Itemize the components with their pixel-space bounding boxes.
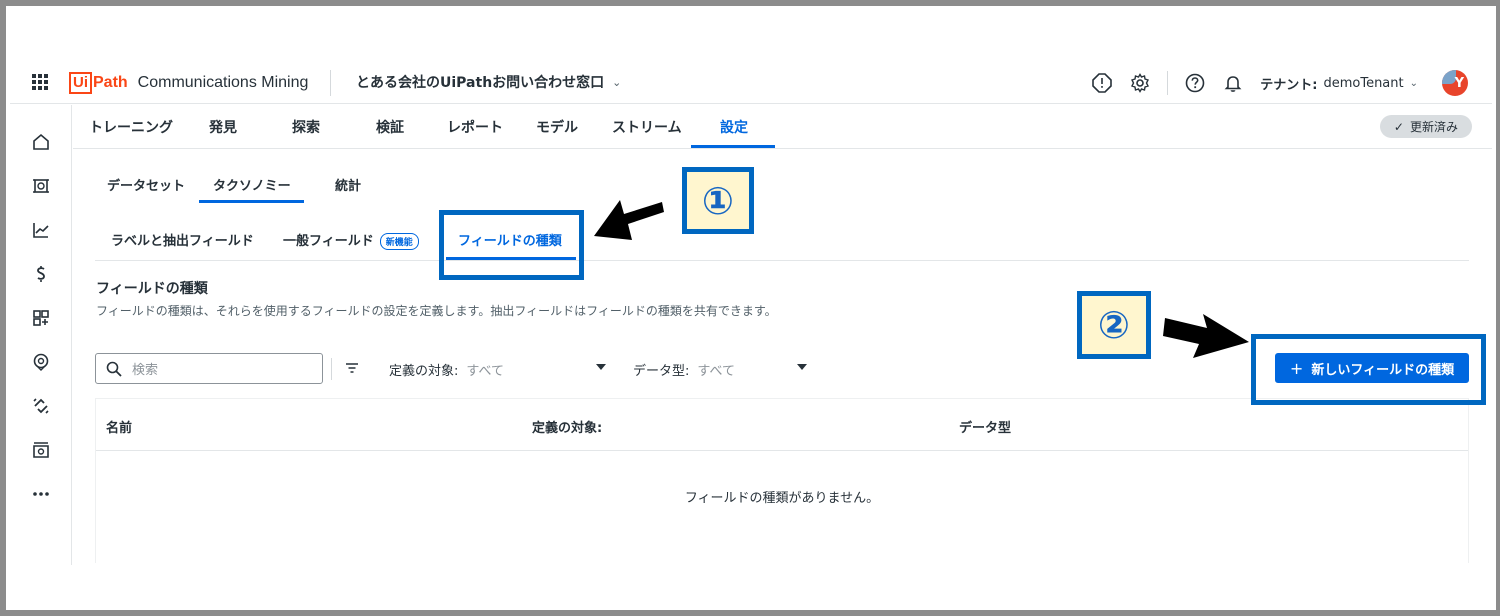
annotation-number-2: ②	[1077, 291, 1151, 359]
help-icon[interactable]	[1184, 72, 1206, 94]
check-icon: ✓	[1393, 119, 1404, 134]
refresh-label: 更新済み	[1409, 120, 1458, 134]
toolbar-separator	[331, 358, 332, 380]
filter-defined-for[interactable]: 定義の対象: すべて	[389, 360, 504, 379]
section-description: フィールドの種類は、それらを使用するフィールドの設定を定義します。抽出フィールド…	[96, 304, 777, 318]
column-defined-for[interactable]: 定義の対象:	[532, 417, 602, 436]
tenant-selector[interactable]: テナント: demoTenant ⌄	[1260, 74, 1418, 93]
logo-ui: Ui	[69, 72, 92, 94]
tab-explore[interactable]: 探索	[292, 117, 320, 137]
project-selector[interactable]: とある会社のUiPathお問い合わせ窓口 ⌄	[356, 72, 621, 92]
grid-icon[interactable]	[31, 73, 49, 91]
train-icon[interactable]	[30, 175, 52, 197]
tab-dataset[interactable]: データセット	[107, 175, 185, 194]
avatar[interactable]: Y	[1442, 70, 1468, 96]
filter-defined-for-label: 定義の対象:	[389, 364, 459, 379]
section-title: フィールドの種類	[96, 281, 208, 297]
filter-data-type[interactable]: データ型: すべて	[633, 360, 735, 379]
annotation-number-1: ①	[682, 167, 754, 234]
subtab-divider	[95, 260, 1469, 261]
product-name: Communications Mining	[137, 74, 309, 91]
alert-icon[interactable]	[1091, 72, 1113, 94]
tenant-label: テナント:	[1260, 77, 1318, 93]
arrow-pointer-1	[594, 200, 664, 240]
chart-icon[interactable]	[30, 219, 52, 241]
column-name[interactable]: 名前	[106, 417, 132, 436]
column-data-type[interactable]: データ型	[959, 417, 1011, 436]
taxonomy-tab-indicator	[199, 200, 304, 203]
home-icon[interactable]	[30, 131, 52, 153]
avatar-initial: Y	[1454, 75, 1464, 91]
tab-statistics[interactable]: 統計	[335, 175, 361, 194]
tab-settings[interactable]: 設定	[720, 117, 748, 137]
header-actions: テナント: demoTenant ⌄ Y	[1075, 69, 1468, 97]
chevron-down-icon: ⌄	[612, 75, 622, 89]
search-icon	[106, 361, 122, 377]
header-divider	[330, 70, 331, 96]
tenant-name: demoTenant	[1323, 75, 1404, 91]
tab-validate[interactable]: 検証	[376, 117, 404, 137]
uipath-logo[interactable]: Ui Path Communications Mining	[69, 72, 308, 94]
gear-icon[interactable]	[1129, 72, 1151, 94]
top-header: Ui Path Communications Mining とある会社のUiPa…	[10, 62, 1492, 104]
field-types-table: 名前 定義の対象: データ型 フィールドの種類がありません。	[95, 398, 1469, 563]
store-icon[interactable]	[30, 439, 52, 461]
table-header: 名前 定義の対象: データ型	[96, 399, 1468, 451]
new-badge: 新機能	[379, 233, 419, 250]
tab-taxonomy[interactable]: タクソノミー	[213, 175, 291, 194]
active-tab-indicator	[691, 145, 775, 148]
header-separator	[1167, 71, 1169, 95]
filter-data-type-value: すべて	[697, 364, 735, 379]
integrations-icon[interactable]	[30, 395, 52, 417]
tab-reports[interactable]: レポート	[447, 117, 503, 137]
arrow-pointer-2	[1163, 314, 1249, 358]
tab-streams[interactable]: ストリーム	[612, 117, 682, 137]
apps-icon[interactable]	[30, 307, 52, 329]
bell-icon[interactable]	[1222, 72, 1244, 94]
chevron-down-icon[interactable]	[797, 364, 807, 370]
highlight-box-new-button	[1251, 334, 1486, 405]
tab-labels-extraction[interactable]: ラベルと抽出フィールド	[111, 230, 254, 249]
search-placeholder: 検索	[132, 363, 159, 378]
project-name: とある会社のUiPathお問い合わせ窓口	[356, 75, 605, 91]
filter-defined-for-value: すべて	[466, 364, 504, 379]
main-tabs: トレーニング 発見 探索 検証 レポート モデル ストリーム 設定 ✓ 更新済み	[73, 105, 1492, 149]
empty-state-text: フィールドの種類がありません。	[684, 491, 880, 506]
refresh-status[interactable]: ✓ 更新済み	[1379, 115, 1472, 138]
tab-general-fields[interactable]: 一般フィールド 新機能	[283, 230, 419, 250]
general-fields-label: 一般フィールド	[283, 234, 374, 249]
tab-discover[interactable]: 発見	[209, 117, 237, 137]
filter-data-type-label: データ型:	[633, 364, 690, 379]
highlight-box-field-types-tab	[439, 210, 584, 280]
more-icon[interactable]	[30, 483, 52, 505]
filter-icon[interactable]	[344, 360, 360, 376]
left-nav	[10, 105, 72, 565]
chevron-down-icon[interactable]	[596, 364, 606, 370]
location-icon[interactable]	[30, 351, 52, 373]
tab-training[interactable]: トレーニング	[89, 117, 173, 137]
dollar-icon[interactable]	[30, 263, 52, 285]
logo-path: Path	[93, 74, 128, 91]
tab-model[interactable]: モデル	[536, 117, 578, 137]
search-input[interactable]: 検索	[95, 353, 323, 384]
chevron-down-icon: ⌄	[1409, 77, 1418, 89]
